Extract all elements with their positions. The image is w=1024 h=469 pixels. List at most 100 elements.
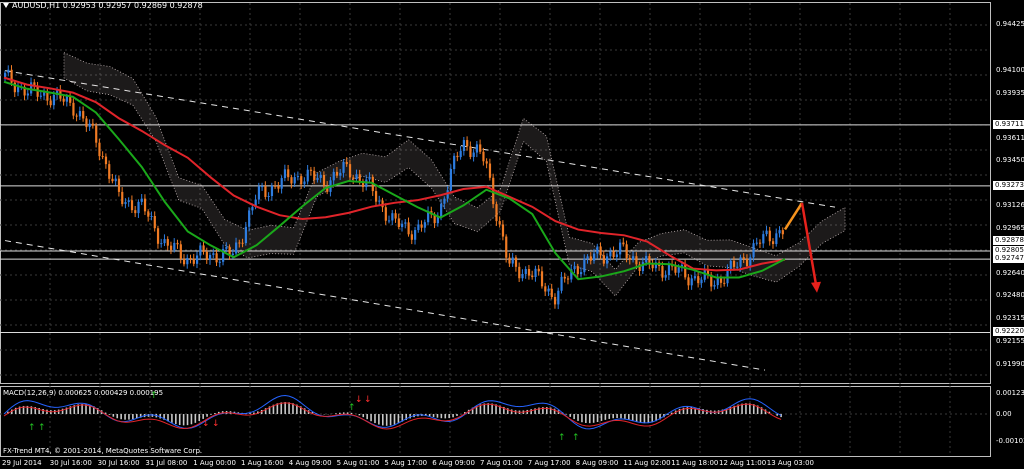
candle-body bbox=[742, 257, 745, 260]
candle-body bbox=[521, 273, 524, 279]
candle-body bbox=[173, 242, 176, 250]
buy-signal-arrow-icon: ↑ bbox=[28, 423, 36, 433]
candle-body bbox=[739, 257, 742, 267]
candle-body bbox=[583, 258, 586, 273]
candle-body bbox=[449, 169, 453, 191]
macd-axis-label: -0.001034 bbox=[996, 437, 1024, 445]
price-axis-label: 0.93126 bbox=[996, 201, 1024, 210]
candle-body bbox=[645, 256, 648, 263]
price-level-box: 0.93711 bbox=[993, 119, 1024, 129]
candle-body bbox=[166, 239, 169, 246]
candle-body bbox=[667, 264, 671, 276]
candle-body bbox=[410, 234, 413, 240]
candle-body bbox=[612, 251, 615, 258]
candle-body bbox=[182, 258, 186, 265]
sell-signal-arrow-icon: ↓ bbox=[364, 395, 372, 405]
dropdown-triangle-icon[interactable] bbox=[3, 3, 9, 8]
candle-body bbox=[531, 275, 534, 278]
candle-body bbox=[46, 92, 49, 101]
price-axis-label: 0.93611 bbox=[996, 133, 1024, 142]
copyright-text: FX-Trend MT4, © 2001-2014, MetaQuotes So… bbox=[3, 447, 203, 455]
candle-body bbox=[635, 256, 638, 265]
candle-body bbox=[407, 222, 410, 235]
candle-body bbox=[85, 118, 88, 128]
candle-body bbox=[127, 200, 130, 203]
time-axis-label: 5 Aug 01:00 bbox=[336, 459, 380, 467]
candle-body bbox=[524, 268, 527, 274]
time-axis-label: 5 Aug 17:00 bbox=[384, 459, 428, 467]
candle-body bbox=[573, 266, 576, 270]
price-level-box: 0.92878 bbox=[993, 235, 1024, 245]
candle-body bbox=[205, 251, 208, 261]
candle-body bbox=[192, 258, 195, 264]
candle-body bbox=[697, 276, 700, 284]
candle-body bbox=[235, 242, 238, 254]
price-axis-label: 0.91990 bbox=[996, 359, 1024, 368]
candle-body bbox=[244, 226, 248, 244]
time-axis-label: 29 Jul 2014 bbox=[2, 459, 42, 467]
projection-up-arrow bbox=[783, 202, 804, 231]
time-axis-label: 13 Aug 03:00 bbox=[766, 459, 814, 467]
candle-body bbox=[316, 177, 319, 180]
candle-body bbox=[348, 164, 352, 178]
candle-body bbox=[440, 203, 443, 217]
price-chart-canvas[interactable]: ↑ ↑↑↑↑ ↑↓ ↓↓ ↓ bbox=[0, 0, 1024, 469]
candle-body bbox=[732, 260, 736, 267]
time-axis-label: 30 Jul 16:00 bbox=[97, 459, 140, 467]
candle-body bbox=[257, 186, 261, 200]
candle-body bbox=[62, 98, 65, 102]
candle-body bbox=[52, 95, 56, 106]
candle-body bbox=[641, 262, 645, 271]
sell-signal-arrow-icon: ↓ bbox=[355, 395, 363, 405]
candle-body bbox=[111, 178, 114, 182]
candle-body bbox=[414, 230, 417, 240]
candle-body bbox=[619, 242, 622, 255]
price-axis-label: 0.93450 bbox=[996, 156, 1024, 165]
candle-body bbox=[88, 123, 91, 128]
candle-body bbox=[615, 254, 618, 258]
candle-body bbox=[677, 267, 680, 273]
candle-body bbox=[75, 115, 78, 117]
candle-body bbox=[762, 234, 765, 244]
candle-body bbox=[693, 276, 697, 279]
candle-body bbox=[469, 146, 472, 157]
candle-body bbox=[309, 169, 313, 171]
candle-body bbox=[576, 266, 579, 275]
candle-body bbox=[147, 211, 150, 217]
candle-body bbox=[137, 201, 140, 214]
time-axis-label: 11 Aug 02:00 bbox=[623, 459, 671, 467]
time-axis-label: 6 Aug 09:00 bbox=[432, 459, 475, 467]
price-axis-label: 0.94100 bbox=[996, 65, 1024, 74]
candle-body bbox=[752, 243, 755, 258]
candle-body bbox=[140, 198, 143, 202]
candle-body bbox=[319, 175, 322, 178]
candle-body bbox=[117, 178, 121, 192]
symbol-title: AUDUSD,H1 0.92953 0.92957 0.92869 0.9287… bbox=[3, 1, 203, 10]
macd-pane-frame bbox=[0, 386, 991, 457]
candle-body bbox=[593, 253, 596, 261]
candle-body bbox=[231, 253, 234, 256]
candle-body bbox=[609, 251, 612, 257]
candle-body bbox=[423, 222, 426, 228]
candle-body bbox=[261, 186, 264, 188]
candle-body bbox=[498, 221, 501, 225]
candle-body bbox=[215, 253, 218, 263]
price-axis-label: 0.92640 bbox=[996, 268, 1024, 277]
time-axis-label: 31 Jul 08:00 bbox=[145, 459, 188, 467]
candle-body bbox=[723, 282, 726, 284]
candle-body bbox=[176, 242, 179, 245]
chart-window[interactable]: ↑ ↑ ↑ ↑ ↑ ↑ ↓ ↓ ↓ ↓ AUDUSD,H1 0.92953 0.92957 0.9… bbox=[0, 0, 1024, 469]
candle-body bbox=[736, 266, 739, 268]
candle-body bbox=[589, 256, 592, 261]
candle-body bbox=[771, 241, 775, 245]
candle-body bbox=[700, 279, 703, 284]
candle-body bbox=[150, 215, 153, 217]
candle-body bbox=[518, 266, 521, 279]
candle-body bbox=[632, 256, 635, 260]
candle-body bbox=[179, 244, 182, 259]
candle-body bbox=[368, 176, 371, 180]
candle-body bbox=[186, 257, 189, 265]
candle-body bbox=[143, 198, 147, 212]
candle-body bbox=[527, 268, 531, 276]
macd-title: MACD(12,26,9) 0.000625 0.000429 0.000195 bbox=[3, 389, 164, 397]
